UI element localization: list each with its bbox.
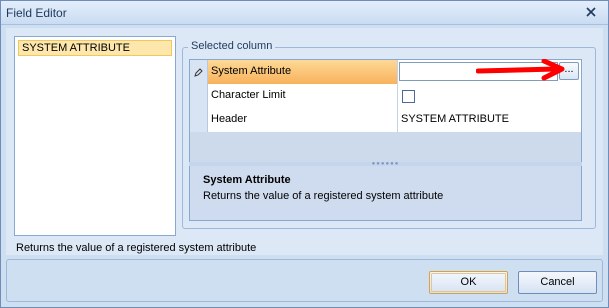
list-item[interactable]: SYSTEM ATTRIBUTE: [18, 40, 172, 56]
button-bar: [6, 259, 603, 302]
property-value-cell: [398, 84, 581, 108]
property-row-header[interactable]: Header SYSTEM ATTRIBUTE: [190, 108, 581, 132]
row-edit-marker: [190, 60, 208, 84]
character-limit-checkbox[interactable]: [402, 90, 415, 103]
row-marker: [190, 108, 208, 132]
annotation-arrow-icon: [476, 59, 565, 81]
title-bar: Field Editor: [1, 1, 608, 25]
group-legend: Selected column: [188, 40, 276, 52]
cancel-button[interactable]: Cancel: [518, 271, 597, 294]
property-label: Character Limit: [208, 84, 398, 108]
list-item-label: SYSTEM ATTRIBUTE: [22, 42, 130, 54]
description-title: System Attribute: [203, 174, 291, 186]
header-value[interactable]: SYSTEM ATTRIBUTE: [398, 108, 581, 132]
close-button[interactable]: [582, 4, 600, 20]
field-editor-window: Field Editor SYSTEM ATTRIBUTE Selected c…: [0, 0, 609, 308]
description-text: Returns the value of a registered system…: [203, 190, 444, 202]
pencil-icon: [194, 67, 203, 77]
cancel-label: Cancel: [540, 276, 575, 288]
property-label: Header: [208, 108, 398, 132]
field-list[interactable]: SYSTEM ATTRIBUTE: [14, 36, 176, 236]
row-marker: [190, 84, 208, 108]
ok-button[interactable]: OK: [429, 271, 508, 294]
status-text: Returns the value of a registered system…: [16, 242, 257, 254]
property-row-character-limit[interactable]: Character Limit: [190, 84, 581, 108]
ok-label: OK: [460, 276, 477, 288]
property-label: System Attribute: [208, 60, 398, 84]
window-title: Field Editor: [6, 6, 67, 20]
description-panel: System Attribute Returns the value of a …: [189, 166, 582, 221]
close-icon: [586, 7, 596, 17]
